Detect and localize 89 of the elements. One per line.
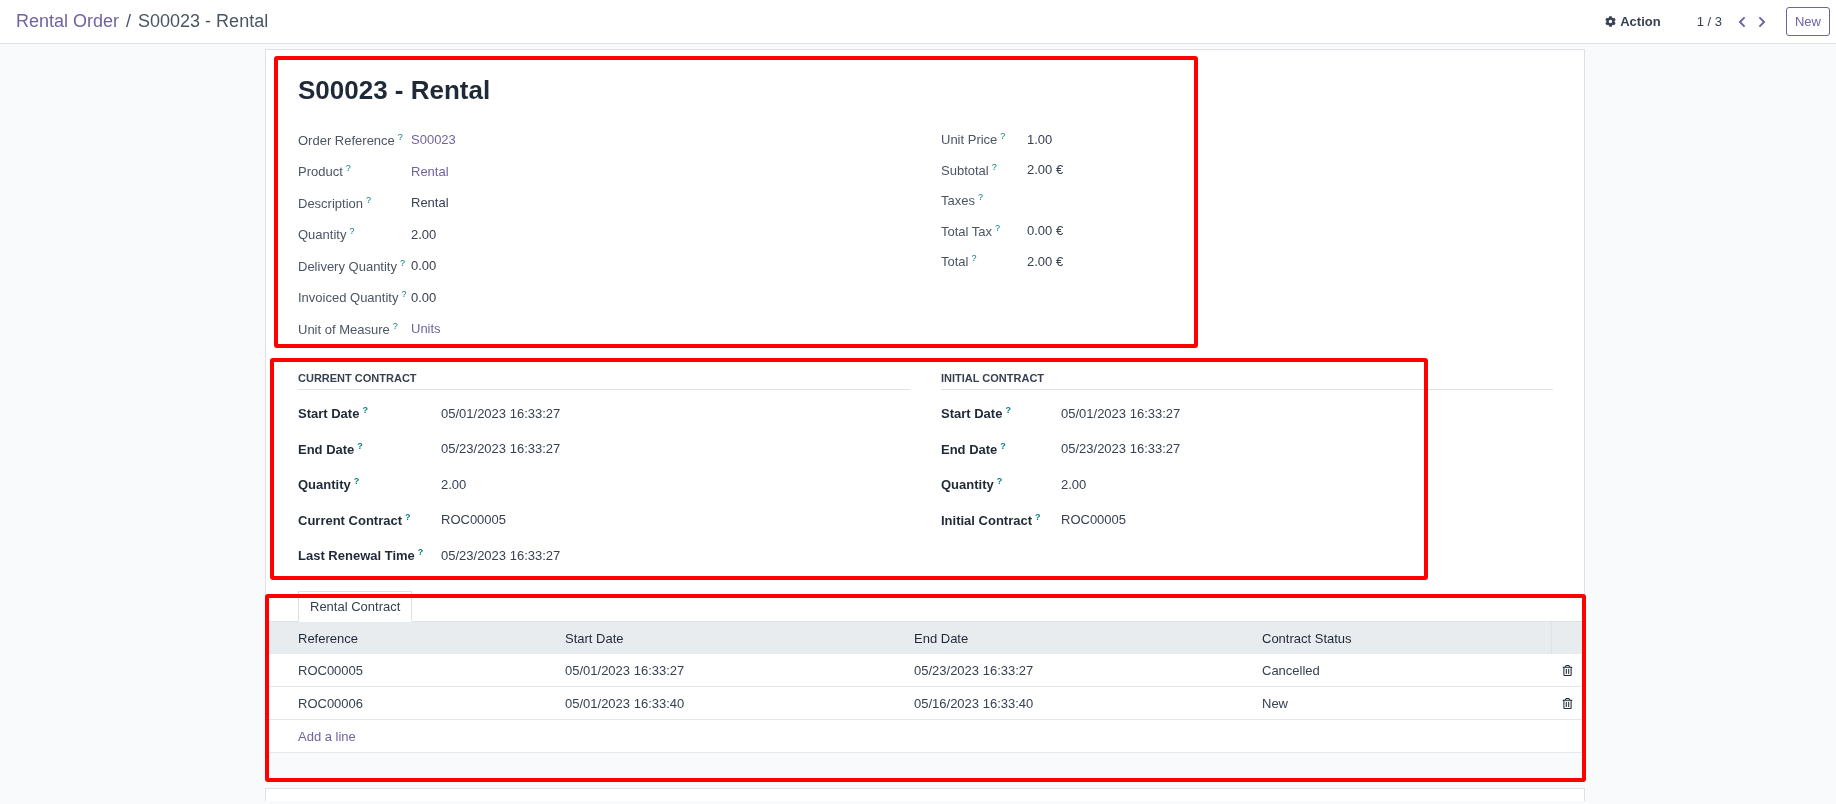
- help-tooltip-mark[interactable]: ?: [397, 131, 403, 142]
- field-label: Subtotal $^{?}$: [941, 161, 998, 178]
- field-value: 2.00 €: [1027, 162, 1064, 178]
- field-label: Taxes $^{?}$: [941, 192, 984, 209]
- trash-icon[interactable]: [1562, 664, 1573, 676]
- field-value: 0.00 €: [1027, 223, 1064, 239]
- field-label: Last Renewal Time $^{?}$: [298, 547, 425, 564]
- field-value: ROC00005: [1061, 512, 1127, 528]
- table-cell: 05/23/2023 16:33:27: [908, 654, 1256, 687]
- help-tooltip-mark[interactable]: ?: [977, 192, 983, 203]
- help-tooltip-mark[interactable]: ?: [345, 163, 351, 174]
- help-tooltip-mark[interactable]: ?: [1000, 131, 1006, 142]
- field-value: 0.00: [411, 258, 437, 274]
- field-value: Rental: [411, 195, 449, 211]
- field-label: Unit Price $^{?}$: [941, 131, 1007, 148]
- field-value: 1.00: [1027, 131, 1053, 147]
- field-label: Description $^{?}$: [298, 194, 373, 211]
- field-label: Initial Contract $^{?}$: [941, 511, 1042, 528]
- trash-icon[interactable]: [1562, 697, 1573, 709]
- field-link[interactable]: Units: [411, 321, 441, 337]
- field-label: Quantity $^{?}$: [298, 226, 356, 243]
- field-link[interactable]: Rental: [411, 163, 449, 179]
- field-value: 05/23/2023 16:33:27: [441, 547, 561, 563]
- breadcrumb-link[interactable]: Rental Order: [16, 11, 120, 32]
- help-tooltip-mark[interactable]: ?: [995, 222, 1001, 233]
- field-label: Delivery Quantity $^{?}$: [298, 257, 406, 274]
- field-value: 05/01/2023 16:33:27: [441, 405, 561, 421]
- field-label: Total $^{?}$: [941, 253, 978, 270]
- breadcrumb-current: S00023 - Rental: [138, 11, 269, 32]
- help-tooltip-mark[interactable]: ?: [1000, 440, 1006, 451]
- help-tooltip-mark[interactable]: ?: [392, 320, 398, 331]
- help-tooltip-mark[interactable]: ?: [357, 440, 363, 451]
- gear-icon: [1605, 16, 1617, 27]
- help-tooltip-mark[interactable]: ?: [400, 257, 405, 268]
- column-header[interactable]: Start Date: [559, 622, 908, 654]
- field-value: 2.00: [1061, 476, 1087, 492]
- help-tooltip-mark[interactable]: ?: [1035, 511, 1041, 522]
- field-label: End Date $^{?}$: [941, 440, 1007, 457]
- field-label: End Date $^{?}$: [298, 440, 364, 457]
- field-value: 0.00: [411, 289, 437, 305]
- field-label: Invoiced Quantity $^{?}$: [298, 289, 408, 306]
- help-tooltip-mark[interactable]: ?: [971, 253, 977, 264]
- field-label: Order Reference $^{?}$: [298, 131, 404, 148]
- field-label: Start Date $^{?}$: [941, 405, 1012, 422]
- help-tooltip-mark[interactable]: ?: [362, 405, 368, 416]
- table-cell: Cancelled: [1256, 654, 1551, 687]
- pager-counter[interactable]: 1 / 3: [1696, 14, 1722, 29]
- field-label: Unit of Measure $^{?}$: [298, 320, 399, 337]
- group-heading: INITIAL CONTRACT: [941, 371, 1553, 390]
- field-value: 05/23/2023 16:33:27: [441, 441, 561, 457]
- field-value: 05/23/2023 16:33:27: [1061, 441, 1181, 457]
- group-heading: CURRENT CONTRACT: [298, 371, 910, 390]
- field-label: Quantity $^{?}$: [941, 476, 1004, 493]
- column-header[interactable]: Reference: [266, 622, 559, 654]
- field-value: ROC00005: [441, 512, 507, 528]
- help-tooltip-mark[interactable]: ?: [996, 476, 1003, 487]
- add-line-link[interactable]: Add a line: [298, 728, 356, 744]
- table-cell: ROC00006: [266, 687, 559, 720]
- help-tooltip-mark[interactable]: ?: [349, 226, 355, 237]
- help-tooltip-mark[interactable]: ?: [417, 547, 424, 558]
- help-tooltip-mark[interactable]: ?: [405, 511, 411, 522]
- field-label: Total Tax $^{?}$: [941, 222, 1002, 239]
- field-value: 2.00: [411, 226, 437, 242]
- help-tooltip-mark[interactable]: ?: [401, 289, 407, 300]
- new-button[interactable]: New: [1786, 7, 1830, 36]
- action-button[interactable]: Action: [1599, 13, 1667, 30]
- field-value: 2.00: [441, 476, 467, 492]
- field-label: Quantity $^{?}$: [298, 476, 361, 493]
- field-label: Product $^{?}$: [298, 163, 352, 180]
- chevron-left-icon: [1736, 15, 1748, 28]
- field-value: 05/01/2023 16:33:27: [1061, 405, 1181, 421]
- column-header[interactable]: Contract Status: [1256, 622, 1551, 654]
- column-header[interactable]: End Date: [908, 622, 1256, 654]
- chevron-right-icon: [1756, 15, 1768, 28]
- table-cell: New: [1256, 687, 1551, 720]
- help-tooltip-mark[interactable]: ?: [366, 194, 372, 205]
- table-cell: ROC00005: [266, 654, 559, 687]
- field-value: 2.00 €: [1027, 253, 1064, 269]
- breadcrumb-separator: /: [126, 11, 132, 32]
- table-cell: 05/01/2023 16:33:27: [559, 654, 908, 687]
- help-tooltip-mark[interactable]: ?: [991, 161, 997, 172]
- help-tooltip-mark[interactable]: ?: [1005, 405, 1011, 416]
- help-tooltip-mark[interactable]: ?: [353, 476, 360, 487]
- table-cell: 05/01/2023 16:33:40: [559, 687, 908, 720]
- table-cell: 05/16/2023 16:33:40: [908, 687, 1256, 720]
- field-label: Current Contract $^{?}$: [298, 511, 412, 528]
- field-label: Start Date $^{?}$: [298, 405, 369, 422]
- record-title: S00023 - Rental: [298, 74, 492, 107]
- field-link[interactable]: S00023: [411, 132, 456, 148]
